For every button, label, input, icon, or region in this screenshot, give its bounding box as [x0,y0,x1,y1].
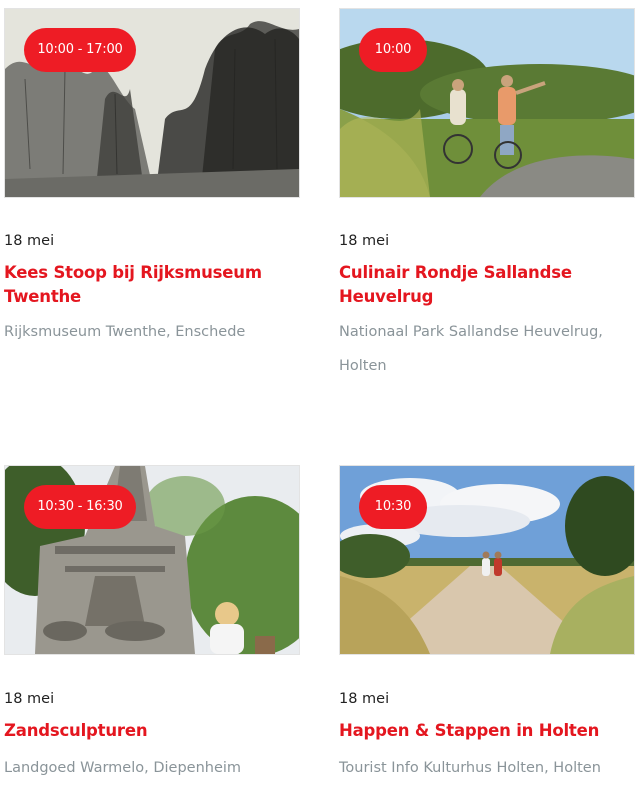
time-badge: 10:30 [359,485,427,529]
event-title[interactable]: Zandsculpturen [4,719,300,743]
event-date: 18 mei [4,233,55,249]
time-badge: 10:00 - 17:00 [24,28,136,72]
event-date: 18 mei [339,233,390,249]
event-location: Rijksmuseum Twenthe, Enschede [4,324,246,340]
event-title[interactable]: Kees Stoop bij Rijksmuseum Twenthe [4,261,300,309]
event-date: 18 mei [4,691,55,707]
time-badge: 10:30 - 16:30 [24,485,136,529]
event-title[interactable]: Happen & Stappen in Holten [339,719,635,743]
event-location: Nationaal Park Sallandse Heuvelrug, Holt… [339,324,603,374]
time-badge: 10:00 [359,28,427,72]
event-title[interactable]: Culinair Rondje Sallandse Heuvelrug [339,261,635,309]
event-date: 18 mei [339,691,390,707]
